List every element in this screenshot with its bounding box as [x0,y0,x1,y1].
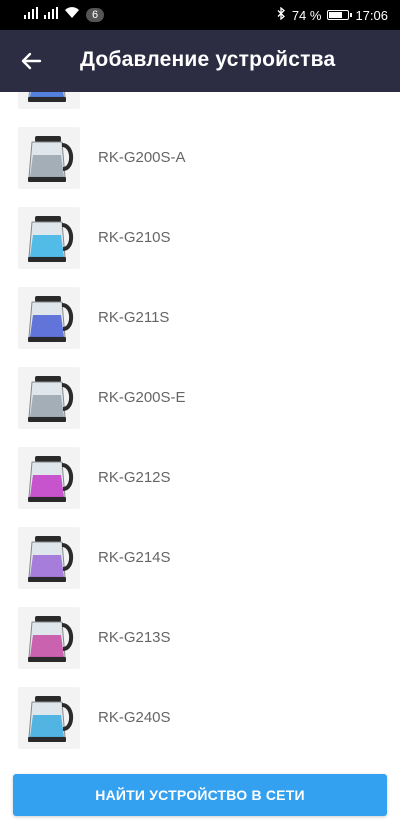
device-model-label: RK-G200S-A [98,149,186,166]
kettle-thumbnail [18,527,80,589]
bluetooth-icon [277,6,286,23]
kettle-thumbnail [18,287,80,349]
clock: 17:06 [355,7,388,23]
signal-icon [24,7,38,22]
battery-percent: 74 % [291,7,322,23]
kettle-thumbnail [18,687,80,749]
device-list-item[interactable]: RK-G211S [0,287,400,367]
kettle-thumbnail [18,367,80,429]
back-button[interactable] [14,44,50,78]
kettle-thumbnail [18,607,80,669]
device-model-label: RK-G214S [98,549,171,566]
device-list[interactable]: RK-G200S-A RK-G210S RK-G211S RK-G200S-E RK-G… [0,92,400,760]
device-model-label: RK-G210S [98,229,171,246]
device-list-item[interactable]: RK-G212S [0,447,400,527]
battery-level-fill [329,12,343,18]
device-model-label: RK-G200S-E [98,389,186,406]
device-list-item[interactable] [0,92,400,127]
device-model-label: RK-G211S [98,309,170,326]
device-list-item[interactable]: RK-G214S [0,527,400,607]
device-model-label: RK-G213S [98,629,171,646]
status-left: 6 [24,7,105,22]
device-list-item[interactable]: RK-G200S-A [0,127,400,207]
page-title: Добавление устройства [80,48,336,71]
bottom-bar: НАЙТИ УСТРОЙСТВО В СЕТИ [0,760,400,830]
device-list-item[interactable]: RK-G213S [0,607,400,687]
find-device-button[interactable]: НАЙТИ УСТРОЙСТВО В СЕТИ [13,774,387,816]
device-list-item[interactable]: RK-G210S [0,207,400,287]
device-model-label: RK-G212S [98,469,171,486]
arrow-left-icon [21,52,42,70]
device-model-label: RK-G240S [98,709,171,726]
battery-icon [327,10,353,20]
kettle-thumbnail [18,207,80,269]
device-list-item[interactable]: RK-G200S-E [0,367,400,447]
app-bar: Добавление устройства [0,30,400,92]
notification-count-badge: 6 [86,7,105,22]
wifi-icon [64,7,80,22]
kettle-thumbnail [18,92,80,109]
status-bar: 6 74 % 17:06 [0,0,400,30]
signal-icon [44,7,58,22]
kettle-thumbnail [18,127,80,189]
device-list-item[interactable]: RK-G240S [0,687,400,760]
kettle-thumbnail [18,447,80,509]
status-right: 74 % 17:06 [277,6,388,23]
